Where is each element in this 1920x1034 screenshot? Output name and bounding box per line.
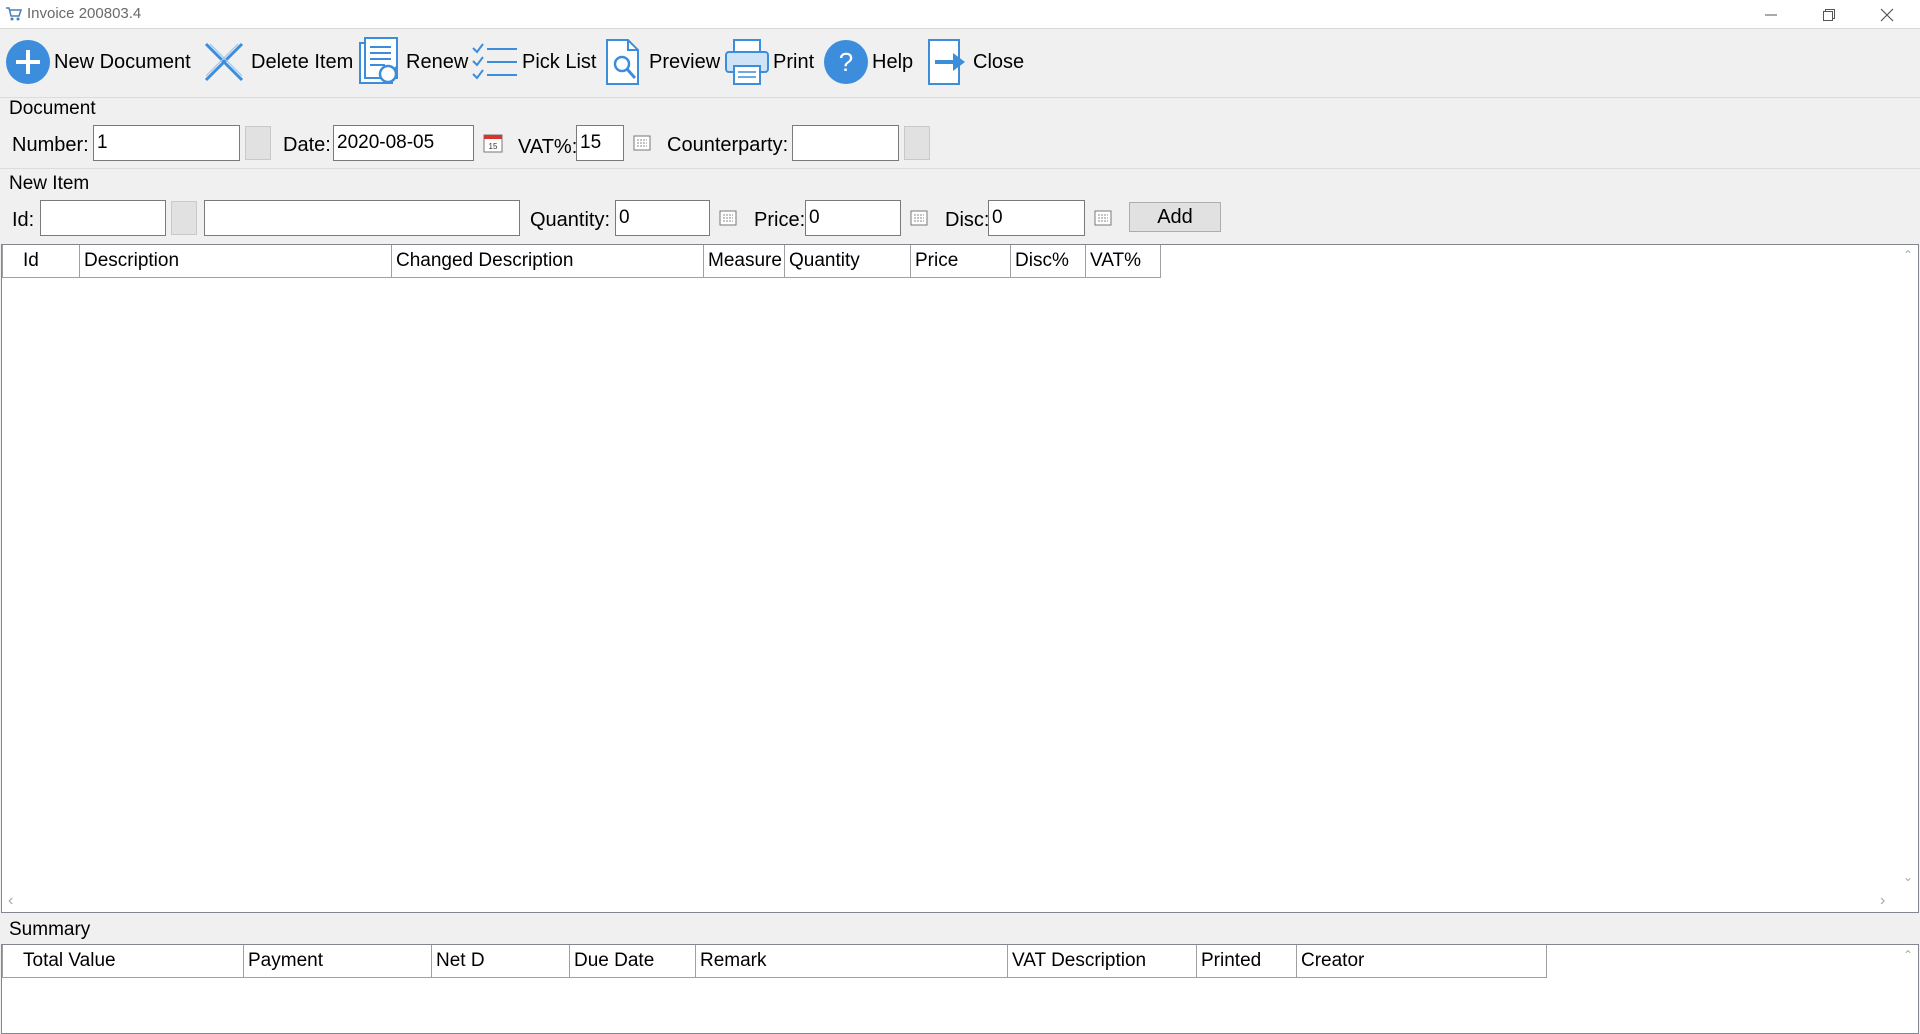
vat-field[interactable]: 15 xyxy=(576,125,624,161)
quantity-calculator-button[interactable] xyxy=(715,201,741,235)
close-icon xyxy=(1880,8,1894,21)
print-button[interactable]: Print xyxy=(724,32,814,92)
scroll-up-icon[interactable]: ⌃ xyxy=(1903,949,1913,961)
items-column-header[interactable]: Quantity xyxy=(785,245,911,278)
quantity-label: Quantity: xyxy=(530,209,611,231)
price-calculator-button[interactable] xyxy=(906,201,932,235)
separator xyxy=(0,97,1920,98)
toolbar: New Document Delete Item Renew Pick List xyxy=(0,32,1920,92)
add-circle-icon xyxy=(6,40,50,84)
item-description-field[interactable] xyxy=(204,200,520,236)
items-horizontal-scrollbar[interactable]: ‹ › xyxy=(2,892,1900,912)
summary-column-header[interactable]: Net D xyxy=(432,945,570,978)
printer-icon xyxy=(725,39,769,85)
items-column-header[interactable]: Disc% xyxy=(1011,245,1086,278)
disc-label: Disc: xyxy=(945,209,990,231)
help-label: Help xyxy=(872,50,914,73)
window-title: Invoice 200803.4 xyxy=(27,5,142,22)
restore-icon xyxy=(1823,8,1835,21)
delete-x-icon xyxy=(204,42,244,82)
items-vertical-scrollbar[interactable]: ⌃ ⌄ xyxy=(1898,245,1918,885)
item-id-field[interactable] xyxy=(40,200,166,236)
help-button[interactable]: ? Help xyxy=(823,32,913,92)
number-field[interactable]: 1 xyxy=(93,125,240,161)
restore-button[interactable] xyxy=(1800,0,1858,29)
renew-button[interactable]: Renew xyxy=(357,32,468,92)
calendar-icon: 15 xyxy=(483,134,503,153)
scroll-right-icon[interactable]: › xyxy=(1880,893,1885,909)
calculator-icon xyxy=(1094,210,1112,226)
counterparty-field[interactable] xyxy=(792,125,899,161)
date-label: Date: xyxy=(283,134,331,156)
calculator-icon xyxy=(719,210,737,226)
new-item-section-label: New Item xyxy=(9,173,90,194)
new-document-label: New Document xyxy=(54,50,191,73)
number-lookup-button[interactable] xyxy=(245,126,271,160)
summary-section-label: Summary xyxy=(9,919,91,940)
summary-vertical-scrollbar[interactable]: ⌃ xyxy=(1898,945,1918,1033)
minimize-button[interactable] xyxy=(1742,0,1800,29)
summary-column-header[interactable]: Printed xyxy=(1197,945,1297,978)
checklist-icon xyxy=(472,43,517,80)
items-column-header[interactable]: Changed Description xyxy=(392,245,704,278)
date-field[interactable]: 2020-08-05 xyxy=(333,125,474,161)
item-lookup-button[interactable] xyxy=(171,201,197,235)
summary-column-header[interactable]: Payment xyxy=(244,945,432,978)
vat-calculator-button[interactable] xyxy=(629,126,655,160)
summary-column-header[interactable]: Due Date xyxy=(570,945,696,978)
new-document-button[interactable]: New Document xyxy=(5,32,191,92)
close-label: Close xyxy=(973,50,1025,73)
items-column-header[interactable]: Id xyxy=(2,245,80,278)
calendar-day-text: 15 xyxy=(489,142,498,151)
items-column-header[interactable]: Description xyxy=(80,245,392,278)
help-question-icon: ? xyxy=(824,40,868,84)
summary-column-header[interactable]: Remark xyxy=(696,945,1008,978)
separator xyxy=(0,168,1920,169)
date-picker-button[interactable]: 15 xyxy=(480,126,506,160)
counterparty-label: Counterparty: xyxy=(667,134,789,156)
items-column-header[interactable]: Measure xyxy=(704,245,785,278)
number-label: Number: xyxy=(12,134,89,156)
renew-document-icon xyxy=(359,37,398,84)
preview-button[interactable]: Preview xyxy=(604,32,720,92)
vat-label: VAT%: xyxy=(518,136,578,158)
disc-field[interactable]: 0 xyxy=(988,200,1085,236)
price-label: Price: xyxy=(754,209,806,231)
preview-label: Preview xyxy=(649,50,721,73)
scroll-up-icon[interactable]: ⌃ xyxy=(1903,249,1913,261)
calculator-icon xyxy=(910,210,928,226)
add-item-button[interactable]: Add xyxy=(1129,202,1221,232)
close-button[interactable]: Close xyxy=(927,32,1024,92)
title-bar: Invoice 200803.4 xyxy=(0,0,1920,29)
items-column-header[interactable]: VAT% xyxy=(1086,245,1161,278)
print-label: Print xyxy=(773,50,815,73)
delete-item-label: Delete Item xyxy=(251,50,354,73)
calculator-icon xyxy=(633,135,651,151)
svg-text:?: ? xyxy=(839,47,853,77)
summary-column-header[interactable]: Creator xyxy=(1297,945,1547,978)
items-column-header[interactable]: Price xyxy=(911,245,1011,278)
id-label: Id: xyxy=(12,209,35,231)
cart-icon xyxy=(6,7,23,21)
items-table[interactable]: Id Description Changed Description Measu… xyxy=(1,244,1919,913)
delete-item-button[interactable]: Delete Item xyxy=(202,32,353,92)
close-window-button[interactable] xyxy=(1858,0,1916,29)
summary-table[interactable]: Total Value Payment Net D Due Date Remar… xyxy=(1,944,1919,1034)
summary-column-header[interactable]: VAT Description xyxy=(1008,945,1197,978)
exit-arrow-icon xyxy=(928,39,965,85)
document-section-label: Document xyxy=(9,98,96,119)
pick-list-label: Pick List xyxy=(522,50,597,73)
summary-column-header[interactable]: Total Value xyxy=(2,945,244,978)
quantity-field[interactable]: 0 xyxy=(615,200,710,236)
counterparty-lookup-button[interactable] xyxy=(904,126,930,160)
disc-calculator-button[interactable] xyxy=(1090,201,1116,235)
scroll-down-icon[interactable]: ⌄ xyxy=(1903,871,1913,883)
pick-list-button[interactable]: Pick List xyxy=(471,32,596,92)
minimize-icon xyxy=(1765,14,1777,15)
renew-label: Renew xyxy=(406,50,469,73)
price-field[interactable]: 0 xyxy=(805,200,901,236)
scroll-left-icon[interactable]: ‹ xyxy=(8,893,13,909)
preview-magnifier-icon xyxy=(606,39,639,85)
